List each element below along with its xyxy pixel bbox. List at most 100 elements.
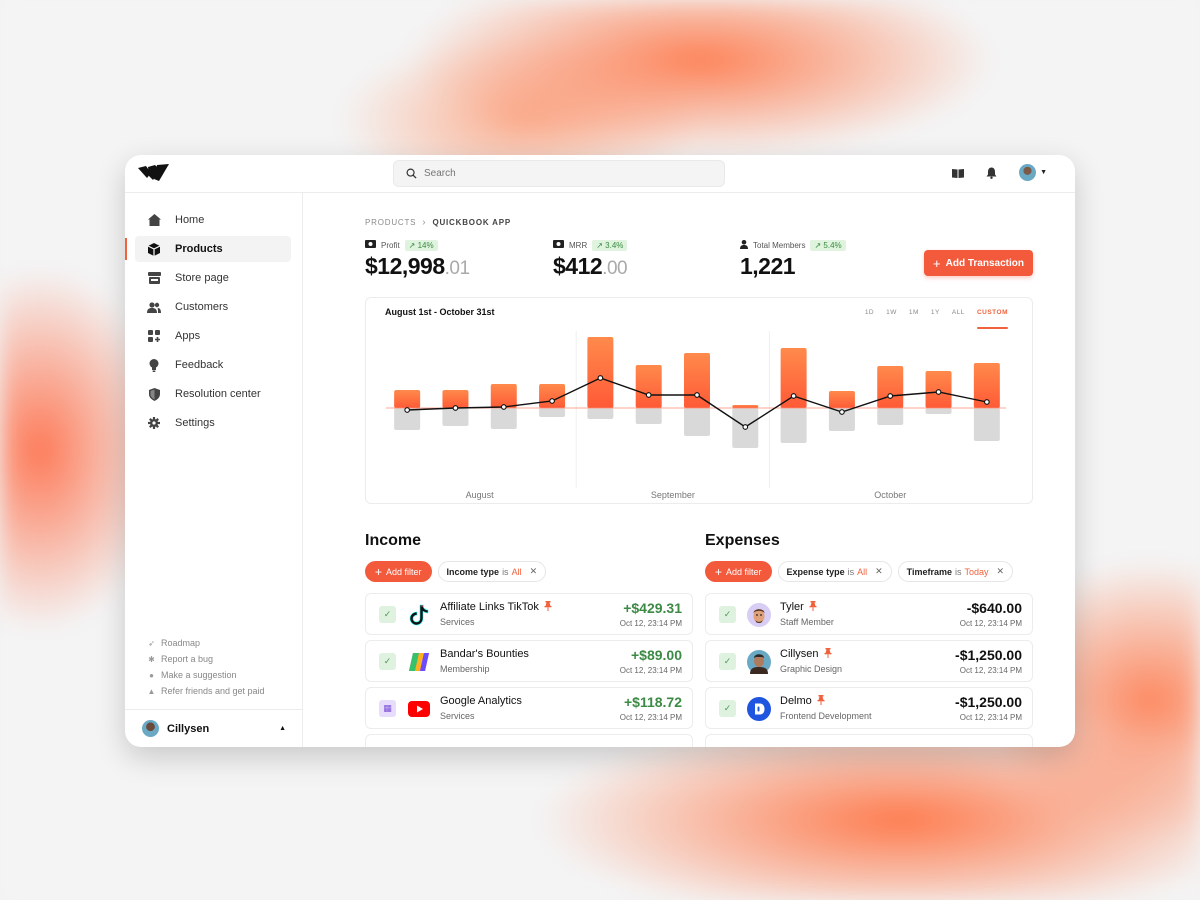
- cillysen-avatar: [747, 650, 771, 674]
- close-icon[interactable]: ✕: [997, 566, 1005, 577]
- stat-label: MRR: [569, 240, 588, 250]
- item-amount: +$89.00: [631, 647, 682, 663]
- sidebar-item-apps[interactable]: Apps: [135, 323, 291, 349]
- list-item[interactable]: [705, 734, 1033, 747]
- lightbulb-icon: [147, 358, 161, 372]
- apps-icon: [147, 329, 161, 343]
- net-point: [645, 392, 652, 398]
- sidebar-item-settings[interactable]: Settings: [135, 410, 291, 436]
- current-user[interactable]: Cillysen ▲: [125, 709, 303, 747]
- link-refer-friends[interactable]: ▲ Refer friends and get paid: [147, 683, 265, 699]
- user-avatar[interactable]: [1019, 164, 1037, 181]
- sidebar-item-resolution-center[interactable]: Resolution center: [135, 381, 291, 407]
- chevron-right-icon: ›: [422, 217, 427, 228]
- expense-bar: [925, 408, 952, 414]
- list-item[interactable]: [365, 734, 693, 747]
- pin-icon[interactable]: [809, 601, 817, 613]
- list-item[interactable]: ✓ Cillysen Graphic Design -$1,250.00 Oct 12,…: [705, 640, 1033, 682]
- expenses-filters: + Add filter Expense type is All ✕ Timefr…: [705, 561, 1014, 582]
- tiktok-logo: [407, 603, 431, 627]
- range-tab-custom[interactable]: CUSTOM: [976, 309, 1009, 329]
- brand-logo-icon[interactable]: [138, 164, 170, 182]
- button-label: Add filter: [726, 566, 762, 577]
- sidebar-item-home[interactable]: Home: [135, 207, 291, 233]
- range-tab-1y[interactable]: 1Y: [931, 309, 940, 316]
- item-title: Affiliate Links TikTok: [440, 601, 539, 613]
- shield-icon: [147, 387, 161, 401]
- link-roadmap[interactable]: ➶ Roadmap: [147, 635, 265, 651]
- stat-value-decimal: .00: [602, 258, 628, 279]
- cash-icon: [553, 240, 564, 250]
- item-amount: +$118.72: [623, 694, 682, 710]
- income-bar: [587, 337, 614, 408]
- book-icon[interactable]: [952, 168, 965, 178]
- status-checkbox[interactable]: ✓: [719, 700, 736, 717]
- item-category: Frontend Development: [780, 711, 872, 721]
- expense-bar: [635, 408, 662, 424]
- user-menu[interactable]: ▼: [1019, 164, 1047, 181]
- list-item[interactable]: ✓ Tyler Staff Member -$640.00 Oct 12, 23:14 …: [705, 593, 1033, 635]
- list-item[interactable]: ✓ Delmo Frontend Development -$1,250.00 Oct …: [705, 687, 1033, 729]
- income-add-filter-button[interactable]: + Add filter: [365, 561, 432, 582]
- check-icon: ✓: [383, 609, 392, 619]
- sidebar: Home Products Store page Customers Apps …: [125, 193, 303, 747]
- net-point: [742, 424, 749, 430]
- status-checkbox[interactable]: ✓: [719, 606, 736, 623]
- range-tab-1d[interactable]: 1D: [865, 309, 874, 316]
- box-icon: [147, 242, 161, 256]
- search-input[interactable]: [424, 168, 704, 179]
- sidebar-item-store-page[interactable]: Store page: [135, 265, 291, 291]
- search-bar[interactable]: [393, 160, 725, 187]
- close-icon[interactable]: ✕: [875, 566, 883, 577]
- add-transaction-button[interactable]: + Add Transaction: [924, 250, 1033, 276]
- range-tab-1w[interactable]: 1W: [886, 309, 897, 316]
- sidebar-item-customers[interactable]: Customers: [135, 294, 291, 320]
- range-tab-all[interactable]: ALL: [952, 309, 965, 316]
- pin-icon[interactable]: [824, 648, 832, 660]
- bell-icon[interactable]: [986, 167, 997, 179]
- bug-icon: ✱: [148, 654, 155, 664]
- range-tab-1m[interactable]: 1M: [909, 309, 919, 316]
- users-icon: [147, 300, 161, 314]
- list-item[interactable]: ✓ Affiliate Links TikTok Services +$429.31 O…: [365, 593, 693, 635]
- item-title: Google Analytics: [440, 695, 522, 707]
- sidebar-item-label: Apps: [175, 330, 201, 342]
- status-checkbox[interactable]: ▦: [379, 700, 396, 717]
- expense-bar: [877, 408, 904, 425]
- close-icon[interactable]: ✕: [530, 566, 538, 577]
- expenses-add-filter-button[interactable]: + Add filter: [705, 561, 772, 582]
- stat-value: $12,998: [365, 253, 445, 279]
- caret-down-icon: ▼: [1040, 169, 1047, 176]
- tyler-avatar: [747, 603, 771, 627]
- caret-up-icon[interactable]: ▲: [279, 725, 286, 732]
- sidebar-links: ➶ Roadmap ✱ Report a bug ● Make a suggestio…: [147, 635, 265, 699]
- pin-icon[interactable]: [544, 601, 552, 613]
- check-icon: ✓: [723, 656, 732, 666]
- user-icon: [740, 239, 748, 251]
- breadcrumb-parent[interactable]: PRODUCTS: [365, 218, 416, 227]
- stat-profit: Profit ↗ 14% $12,998.01: [365, 239, 470, 280]
- list-item[interactable]: ▦ Google Analytics Services +$118.72 Oct 12,…: [365, 687, 693, 729]
- income-bar: [635, 365, 662, 408]
- youtube-logo: [407, 697, 431, 721]
- net-point: [549, 398, 555, 404]
- sidebar-item-products[interactable]: Products: [125, 236, 291, 262]
- stat-label: Total Members: [753, 240, 806, 250]
- list-item[interactable]: ✓ Bandar's Bounties Membership +$89.00 Oct 1…: [365, 640, 693, 682]
- user-name: Cillysen: [167, 722, 210, 735]
- link-make-suggestion[interactable]: ● Make a suggestion: [147, 667, 265, 683]
- sidebar-item-feedback[interactable]: Feedback: [135, 352, 291, 378]
- filter-op: is: [955, 566, 962, 577]
- filter-chip-expense-type[interactable]: Expense type is All ✕: [777, 561, 892, 582]
- pin-icon[interactable]: [817, 695, 825, 707]
- expense-bar: [973, 408, 1000, 441]
- status-checkbox[interactable]: ✓: [719, 653, 736, 670]
- filter-chip-income-type[interactable]: Income type is All ✕: [437, 561, 547, 582]
- link-report-bug[interactable]: ✱ Report a bug: [147, 651, 265, 667]
- trend-badge: ↗ 14%: [404, 239, 438, 251]
- status-checkbox[interactable]: ✓: [379, 606, 396, 623]
- link-label: Refer friends and get paid: [161, 686, 265, 696]
- filter-chip-timeframe[interactable]: Timeframe is Today ✕: [897, 561, 1014, 582]
- calendar-icon: ▦: [383, 703, 392, 713]
- status-checkbox[interactable]: ✓: [379, 653, 396, 670]
